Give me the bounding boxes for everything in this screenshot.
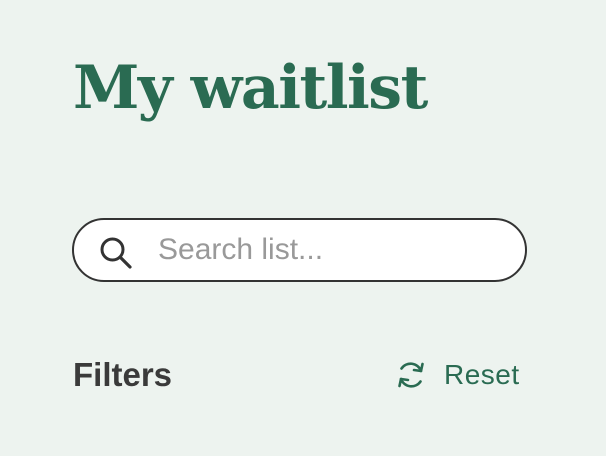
refresh-icon xyxy=(394,358,428,392)
search-box[interactable] xyxy=(72,218,527,282)
search-input[interactable] xyxy=(158,220,498,280)
reset-label: Reset xyxy=(444,359,520,390)
filters-heading: Filters xyxy=(73,356,173,393)
page-title: My waitlist xyxy=(73,53,428,123)
search-icon xyxy=(98,235,134,271)
reset-button[interactable]: Reset xyxy=(394,354,520,396)
